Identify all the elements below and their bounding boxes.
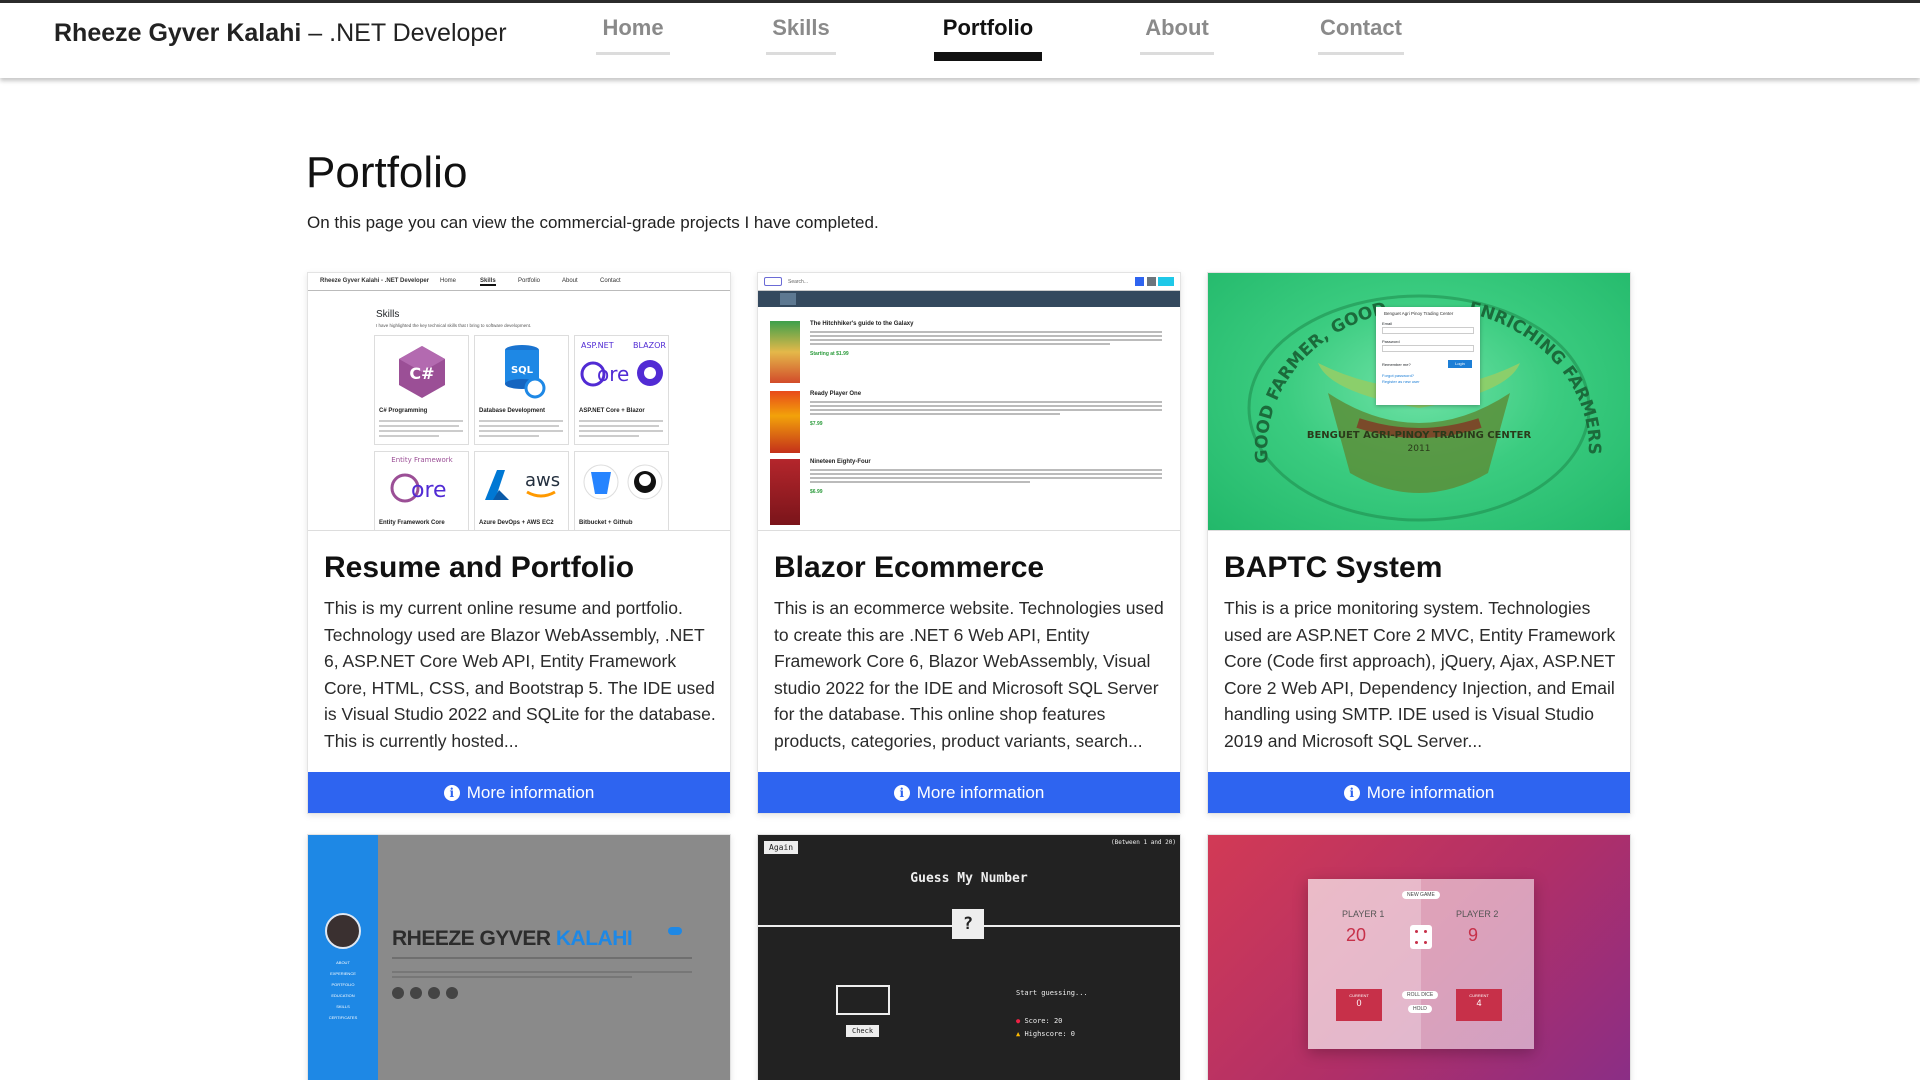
page-subtitle: On this page you can view the commercial… <box>307 213 879 232</box>
card-description: This is a price monitoring system. Techn… <box>1224 598 1616 751</box>
skill-tile-sql: SQL Database Development <box>474 335 569 445</box>
status-message: Start guessing... <box>1016 989 1088 997</box>
card-description: This is my current online resume and por… <box>324 598 716 751</box>
card-description: This is an ecommerce website. Technologi… <box>774 598 1164 751</box>
mini-navbar: Rheeze Gyver Kalahi - .NET Developer Hom… <box>308 273 730 291</box>
new-game-button[interactable]: NEW GAME <box>1402 891 1440 899</box>
svg-text:C#: C# <box>409 364 434 383</box>
check-button[interactable]: Check <box>846 1025 880 1037</box>
game-board: NEW GAME PLAYER 1 20 PLAYER 2 9 CURRENT … <box>1308 879 1534 1049</box>
resume-name: RHEEZE GYVER KALAHI <box>392 927 633 950</box>
mini-blurb: I have highlighted the key technical ski… <box>376 323 532 328</box>
player2-current: CURRENT 4 <box>1456 989 1502 1021</box>
svg-text:SQL: SQL <box>511 365 534 376</box>
player2-label: PLAYER 2 <box>1456 909 1499 919</box>
game-title: Guess My Number <box>910 871 1028 886</box>
score-label: ● Score: 20 <box>1016 1017 1063 1025</box>
forgot-password-link[interactable]: Forgot password? <box>1382 373 1414 378</box>
svg-text:ore: ore <box>411 478 447 503</box>
player1-score: 20 <box>1346 925 1367 945</box>
project-card-resume: Rheeze Gyver Kalahi - .NET Developer Hom… <box>307 272 731 814</box>
nav-contact[interactable]: Contact <box>1318 15 1404 55</box>
top-navbar: Rheeze Gyver Kalahi – .NET Developer Hom… <box>0 0 1920 78</box>
mini-category-bar <box>758 291 1180 307</box>
resume-thumbnail[interactable]: Rheeze Gyver Kalahi - .NET Developer Hom… <box>308 273 730 531</box>
roll-dice-button[interactable]: ROLL DICE <box>1402 991 1439 999</box>
nav-home[interactable]: Home <box>596 15 670 55</box>
info-icon: i <box>443 784 460 801</box>
login-button[interactable]: Login <box>1448 360 1472 368</box>
bitbucket-github-icon <box>583 464 663 500</box>
range-label: (Between 1 and 20) <box>1110 839 1176 846</box>
svg-text:BLAZOR: BLAZOR <box>633 341 666 350</box>
theme-toggle[interactable] <box>668 927 682 935</box>
svg-text:ASP.NET: ASP.NET <box>581 341 614 350</box>
brand[interactable]: Rheeze Gyver Kalahi – .NET Developer <box>54 19 507 48</box>
register-link[interactable]: Register as new user <box>1382 379 1420 384</box>
skill-tile-azure-aws: aws Azure DevOps + AWS EC2 <box>474 451 569 530</box>
entity-framework-icon: Entity Framework ore <box>390 456 454 503</box>
player2-score: 9 <box>1468 925 1479 945</box>
password-field[interactable] <box>1382 345 1474 352</box>
brand-separator: – <box>301 19 330 47</box>
highscore-label: ▲ Highscore: 0 <box>1016 1030 1076 1038</box>
card-title: BAPTC System <box>1224 551 1443 584</box>
baptc-thumbnail[interactable]: GOOD FARMER, GOOD HARVEST ENRICHING FARM… <box>1208 273 1630 531</box>
brand-role: .NET Developer <box>329 19 507 47</box>
project-card-pig-game[interactable]: NEW GAME PLAYER 1 20 PLAYER 2 9 CURRENT … <box>1207 834 1631 1080</box>
info-icon: i <box>893 784 910 801</box>
info-icon: i <box>1343 784 1360 801</box>
mini-heading: Skills <box>376 309 400 320</box>
skill-tile-aspnet: ASP.NET BLAZOR ore ASP.NET Core + Blazor <box>574 335 669 445</box>
page-title: Portfolio <box>306 148 468 197</box>
azure-aws-icon: aws <box>485 470 560 500</box>
hold-button[interactable]: HOLD <box>1408 1005 1432 1013</box>
player1-current: CURRENT 0 <box>1336 989 1382 1021</box>
more-information-button[interactable]: i More information <box>308 772 730 813</box>
project-card-ecommerce: Search... The Hitchhiker's guide to the … <box>757 272 1181 814</box>
dice-icon <box>1410 925 1432 949</box>
login-form: Benguet Agri Pinoy Trading Center Email … <box>1376 307 1480 405</box>
player1-label: PLAYER 1 <box>1342 909 1385 919</box>
book-cover <box>770 459 800 525</box>
email-field[interactable] <box>1382 327 1474 334</box>
project-card-resume-v2[interactable]: ABOUT EXPERIENCE PORTFOLIO EDUCATION SKILLS C… <box>307 834 731 1080</box>
csharp-icon: C# <box>399 346 445 398</box>
book-cover <box>770 391 800 453</box>
more-information-button[interactable]: i More information <box>1208 772 1630 813</box>
project-card-baptc: GOOD FARMER, GOOD HARVEST ENRICHING FARM… <box>1207 272 1631 814</box>
brand-name: Rheeze Gyver Kalahi <box>54 19 302 47</box>
ecommerce-thumbnail[interactable]: Search... The Hitchhiker's guide to the … <box>758 273 1180 531</box>
database-icon: SQL <box>505 345 546 399</box>
mini-header: Search... <box>758 273 1180 291</box>
avatar <box>325 913 361 949</box>
nav-portfolio[interactable]: Portfolio <box>934 15 1042 61</box>
nav-skills[interactable]: Skills <box>766 15 836 55</box>
aspnet-blazor-icon: ASP.NET BLAZOR ore <box>580 341 666 387</box>
svg-text:aws: aws <box>525 470 560 491</box>
card-title: Blazor Ecommerce <box>774 551 1045 584</box>
skill-tile-git: Bitbucket + Github <box>574 451 669 530</box>
svg-text:Entity Framework: Entity Framework <box>391 456 453 464</box>
skill-tile-ef: Entity Framework ore Entity Framework Co… <box>374 451 469 530</box>
nav-about[interactable]: About <box>1140 15 1214 55</box>
book-cover <box>770 321 800 383</box>
again-button[interactable]: Again <box>764 841 799 854</box>
more-information-button[interactable]: i More information <box>758 772 1180 813</box>
secret-number: ? <box>952 909 984 939</box>
guess-input[interactable] <box>836 985 890 1015</box>
remember-checkbox[interactable]: Remember me? <box>1382 362 1411 367</box>
svg-text:ore: ore <box>597 362 629 386</box>
svg-text:BENGUET AGRI-PINOY TRADING CEN: BENGUET AGRI-PINOY TRADING CENTER <box>1307 430 1532 441</box>
side-menu: ABOUT EXPERIENCE PORTFOLIO EDUCATION SKILLS C… <box>328 960 358 1020</box>
card-title: Resume and Portfolio <box>324 551 635 584</box>
skill-tile-csharp: C# C# Programming <box>374 335 469 445</box>
social-icons <box>392 987 482 999</box>
svg-text:2011: 2011 <box>1408 444 1431 454</box>
project-card-guess-number[interactable]: Again (Between 1 and 20) Guess My Number… <box>757 834 1181 1080</box>
side-panel: ABOUT EXPERIENCE PORTFOLIO EDUCATION SKILLS C… <box>308 835 378 1080</box>
